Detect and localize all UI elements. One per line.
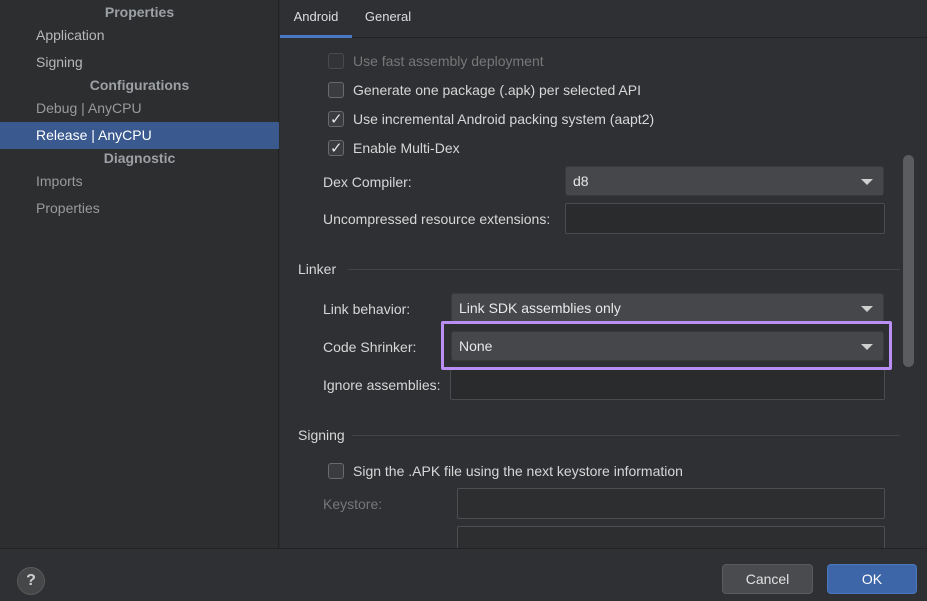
- ok-button[interactable]: OK: [827, 564, 917, 594]
- code-shrinker-highlight: [441, 321, 892, 370]
- dex-compiler-select[interactable]: d8: [565, 166, 884, 196]
- one-package-option: Generate one package (.apk) per selected…: [328, 79, 828, 101]
- tab-bar: Android General: [280, 0, 927, 38]
- signing-divider: [352, 435, 900, 436]
- chevron-down-icon: [861, 179, 873, 185]
- project-options-dialog: Properties Application Signing Configura…: [0, 0, 927, 601]
- sign-apk-label: Sign the .APK file using the next keysto…: [353, 463, 683, 479]
- sidebar-header-properties: Properties: [104, 4, 175, 20]
- multidex-checkbox[interactable]: [328, 137, 344, 159]
- one-package-label: Generate one package (.apk) per selected…: [353, 82, 641, 98]
- fast-deploy-checkbox[interactable]: [328, 53, 344, 69]
- dialog-footer: ? Cancel OK: [0, 548, 927, 601]
- sidebar-item-debug[interactable]: Debug | AnyCPU: [0, 95, 279, 122]
- main-panel: Android General Use fast assembly deploy…: [280, 0, 927, 548]
- sidebar-item-signing[interactable]: Signing: [0, 49, 279, 76]
- fast-deploy-label: Use fast assembly deployment: [353, 53, 544, 69]
- link-behavior-label: Link behavior:: [323, 301, 411, 317]
- scrollbar-thumb[interactable]: [903, 155, 914, 367]
- multidex-option: Enable Multi-Dex: [328, 137, 828, 159]
- keystore-label: Keystore:: [323, 496, 383, 512]
- help-icon[interactable]: ?: [17, 567, 45, 595]
- cancel-button[interactable]: Cancel: [722, 564, 813, 594]
- dex-compiler-label: Dex Compiler:: [323, 174, 412, 190]
- aapt2-label: Use incremental Android packing system (…: [353, 111, 655, 127]
- code-shrinker-label: Code Shrinker:: [323, 339, 417, 355]
- sidebar-item-imports[interactable]: Imports: [0, 168, 279, 195]
- fast-deploy-option: Use fast assembly deployment: [328, 50, 828, 72]
- uncompressed-ext-input[interactable]: [565, 203, 885, 234]
- sidebar-header-configurations: Configurations: [89, 77, 190, 93]
- aapt2-option: Use incremental Android packing system (…: [328, 108, 828, 130]
- keystore-input[interactable]: [457, 488, 885, 519]
- linker-section-title: Linker: [298, 261, 337, 277]
- sidebar: Properties Application Signing Configura…: [0, 0, 279, 548]
- sign-apk-option: Sign the .APK file using the next keysto…: [328, 460, 888, 482]
- sidebar-item-release[interactable]: Release | AnyCPU: [0, 122, 279, 149]
- multidex-label: Enable Multi-Dex: [353, 140, 460, 156]
- uncompressed-ext-label: Uncompressed resource extensions:: [323, 211, 551, 227]
- sidebar-item-properties[interactable]: Properties: [0, 195, 279, 222]
- one-package-checkbox[interactable]: [328, 82, 344, 98]
- signing-section-title: Signing: [298, 427, 345, 443]
- tab-android[interactable]: Android: [280, 0, 352, 38]
- aapt2-checkbox[interactable]: [328, 108, 344, 130]
- sidebar-header-diagnostic: Diagnostic: [103, 150, 176, 166]
- keystore-password-input[interactable]: [457, 526, 885, 548]
- ignore-assemblies-label: Ignore assemblies:: [323, 377, 441, 393]
- chevron-down-icon: [861, 306, 873, 312]
- tab-general[interactable]: General: [358, 0, 418, 38]
- dex-compiler-value: d8: [573, 173, 589, 189]
- ignore-assemblies-input[interactable]: [450, 369, 885, 400]
- linker-divider: [348, 269, 900, 270]
- link-behavior-value: Link SDK assemblies only: [459, 300, 621, 316]
- sidebar-item-application[interactable]: Application: [0, 22, 279, 49]
- sign-apk-checkbox[interactable]: [328, 463, 344, 479]
- link-behavior-select[interactable]: Link SDK assemblies only: [451, 293, 884, 323]
